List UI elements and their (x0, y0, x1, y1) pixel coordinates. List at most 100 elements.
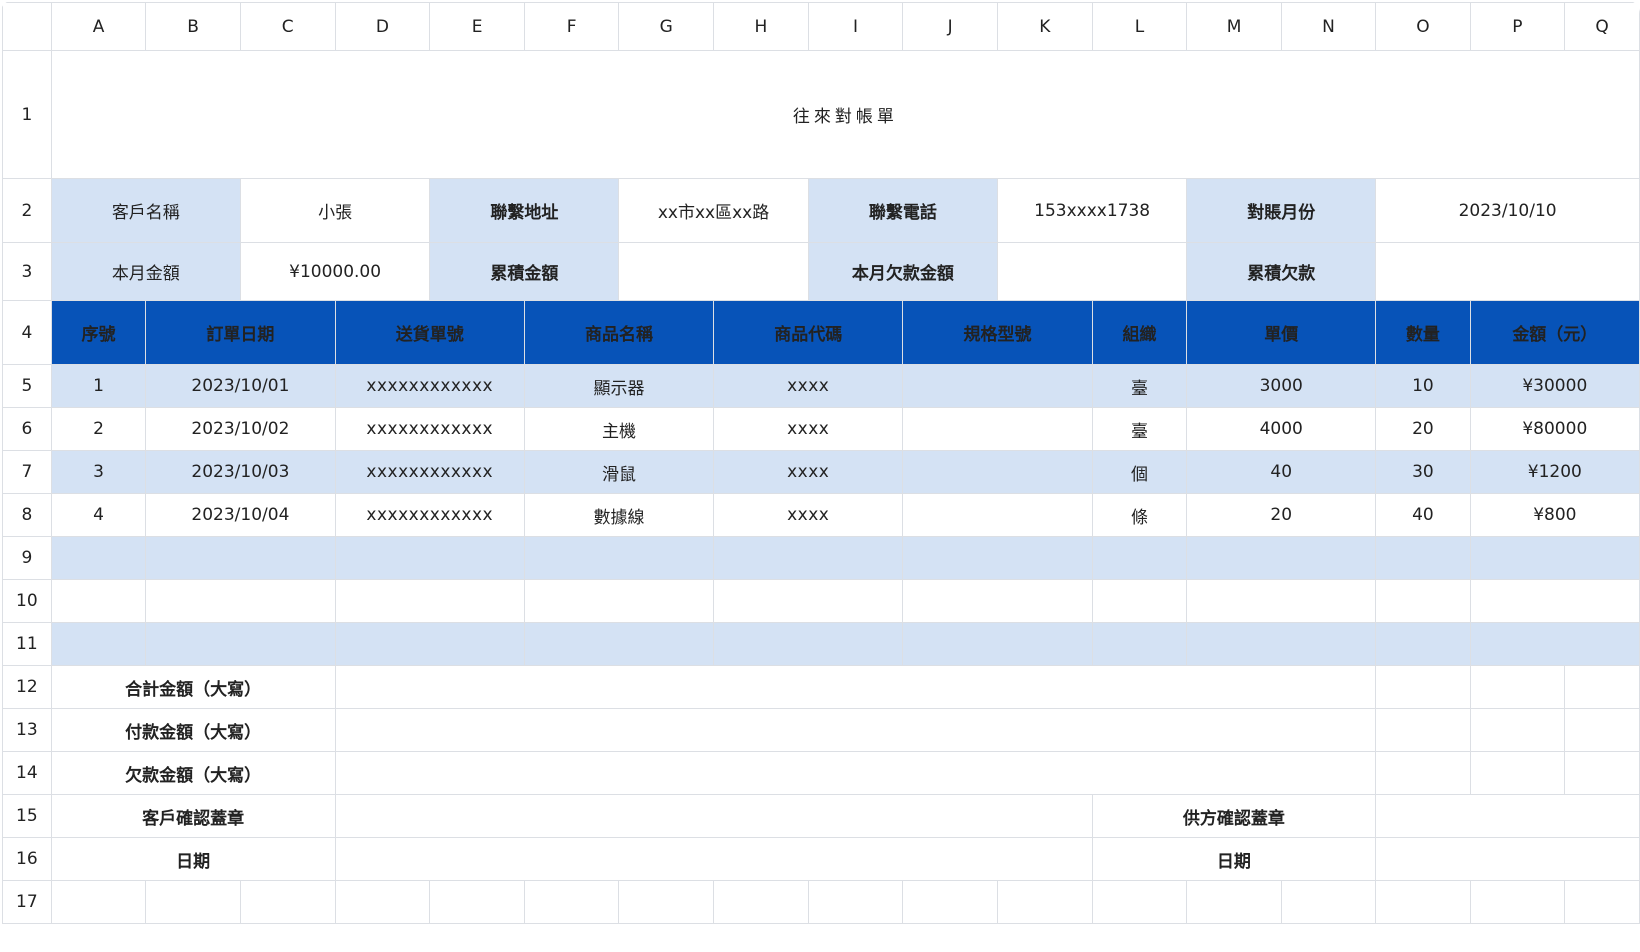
column-header[interactable]: J (902, 2, 998, 51)
item-unit[interactable]: 個 (1091, 450, 1188, 494)
empty-cell[interactable] (145, 880, 241, 924)
column-header[interactable]: C (239, 2, 336, 51)
item-code[interactable]: xxxx (713, 493, 904, 537)
column-header[interactable]: P (1469, 2, 1566, 51)
customer-seal-label[interactable]: 客戶確認蓋章 (50, 794, 336, 838)
row-header[interactable]: 12 (2, 665, 52, 709)
empty-cell[interactable] (1375, 665, 1471, 709)
column-header[interactable]: A (50, 2, 147, 51)
date-value-left[interactable] (334, 837, 1093, 881)
item-price[interactable]: 40 (1186, 450, 1377, 494)
total-caps-value[interactable] (334, 665, 1377, 709)
row-header[interactable]: 13 (2, 708, 52, 752)
empty-cell[interactable] (1564, 708, 1640, 752)
item-spec[interactable] (902, 450, 1093, 494)
item-delivery[interactable]: xxxxxxxxxxxx (334, 493, 525, 537)
item-delivery[interactable]: xxxxxxxxxxxx (334, 407, 525, 451)
empty-cell[interactable] (1375, 751, 1471, 795)
empty-cell[interactable] (1091, 536, 1188, 580)
table-header-cell[interactable]: 組織 (1091, 300, 1188, 365)
empty-cell[interactable] (334, 880, 431, 924)
row-header[interactable]: 8 (2, 493, 52, 537)
item-no[interactable]: 3 (50, 450, 147, 494)
row-header[interactable]: 16 (2, 837, 52, 881)
empty-cell[interactable] (1469, 536, 1640, 580)
empty-cell[interactable] (618, 880, 715, 924)
column-header[interactable]: D (334, 2, 431, 51)
table-header-cell[interactable]: 訂單日期 (145, 300, 336, 365)
empty-cell[interactable] (145, 536, 336, 580)
cumulative-amount-value[interactable] (618, 242, 809, 301)
address-value[interactable]: xx市xx區xx路 (618, 178, 809, 243)
empty-cell[interactable] (713, 579, 904, 623)
date-value-right[interactable] (1375, 837, 1640, 881)
empty-cell[interactable] (334, 622, 525, 666)
row-header[interactable]: 10 (2, 579, 52, 623)
customer-value[interactable]: 小張 (239, 178, 431, 243)
empty-cell[interactable] (807, 880, 904, 924)
empty-cell[interactable] (1186, 579, 1377, 623)
row-header[interactable]: 7 (2, 450, 52, 494)
column-header[interactable]: K (996, 2, 1093, 51)
item-date[interactable]: 2023/10/04 (145, 493, 336, 537)
row-header[interactable]: 3 (2, 242, 52, 301)
column-header[interactable]: I (807, 2, 904, 51)
empty-cell[interactable] (713, 536, 904, 580)
item-amount[interactable]: ¥80000 (1469, 407, 1640, 451)
empty-cell[interactable] (1469, 665, 1566, 709)
column-header[interactable]: B (145, 2, 241, 51)
empty-cell[interactable] (713, 622, 904, 666)
empty-cell[interactable] (902, 622, 1093, 666)
corner-cell[interactable] (2, 2, 52, 51)
owed-caps-value[interactable] (334, 751, 1377, 795)
empty-cell[interactable] (1375, 880, 1471, 924)
row-header[interactable]: 5 (2, 364, 52, 408)
empty-cell[interactable] (145, 579, 336, 623)
empty-cell[interactable] (523, 579, 715, 623)
item-spec[interactable] (902, 407, 1093, 451)
empty-cell[interactable] (523, 536, 715, 580)
item-name[interactable]: 數據線 (523, 493, 715, 537)
empty-cell[interactable] (902, 536, 1093, 580)
owed-caps-label[interactable]: 欠款金額（大寫） (50, 751, 336, 795)
empty-cell[interactable] (1375, 708, 1471, 752)
empty-cell[interactable] (1469, 579, 1640, 623)
empty-cell[interactable] (50, 880, 147, 924)
item-amount[interactable]: ¥1200 (1469, 450, 1640, 494)
item-unit[interactable]: 條 (1091, 493, 1188, 537)
customer-label[interactable]: 客戶名稱 (50, 178, 241, 243)
row-header[interactable]: 9 (2, 536, 52, 580)
item-price[interactable]: 3000 (1186, 364, 1377, 408)
cumulative-amount-label[interactable]: 累積金額 (429, 242, 620, 301)
supplier-seal-label[interactable]: 供方確認蓋章 (1091, 794, 1377, 838)
row-header[interactable]: 4 (2, 300, 52, 365)
sheet-title[interactable]: 往來對帳單 (50, 50, 1640, 179)
empty-cell[interactable] (1091, 622, 1188, 666)
item-amount[interactable]: ¥800 (1469, 493, 1640, 537)
paid-caps-value[interactable] (334, 708, 1377, 752)
row-header[interactable]: 11 (2, 622, 52, 666)
item-code[interactable]: xxxx (713, 407, 904, 451)
empty-cell[interactable] (1375, 536, 1471, 580)
column-header[interactable]: H (713, 2, 809, 51)
empty-cell[interactable] (1469, 751, 1566, 795)
row-header[interactable]: 17 (2, 880, 52, 924)
empty-cell[interactable] (902, 579, 1093, 623)
supplier-seal-value[interactable] (1375, 794, 1640, 838)
cumulative-owed-label[interactable]: 累積欠款 (1186, 242, 1377, 301)
item-unit[interactable]: 臺 (1091, 364, 1188, 408)
item-qty[interactable]: 20 (1375, 407, 1471, 451)
item-spec[interactable] (902, 493, 1093, 537)
empty-cell[interactable] (523, 880, 620, 924)
item-no[interactable]: 2 (50, 407, 147, 451)
empty-cell[interactable] (334, 579, 525, 623)
item-name[interactable]: 顯示器 (523, 364, 715, 408)
empty-cell[interactable] (1564, 665, 1640, 709)
empty-cell[interactable] (1375, 579, 1471, 623)
column-header[interactable]: O (1375, 2, 1471, 51)
table-header-cell[interactable]: 數量 (1375, 300, 1471, 365)
item-amount[interactable]: ¥30000 (1469, 364, 1640, 408)
item-date[interactable]: 2023/10/01 (145, 364, 336, 408)
empty-cell[interactable] (429, 880, 525, 924)
address-label[interactable]: 聯繫地址 (429, 178, 620, 243)
